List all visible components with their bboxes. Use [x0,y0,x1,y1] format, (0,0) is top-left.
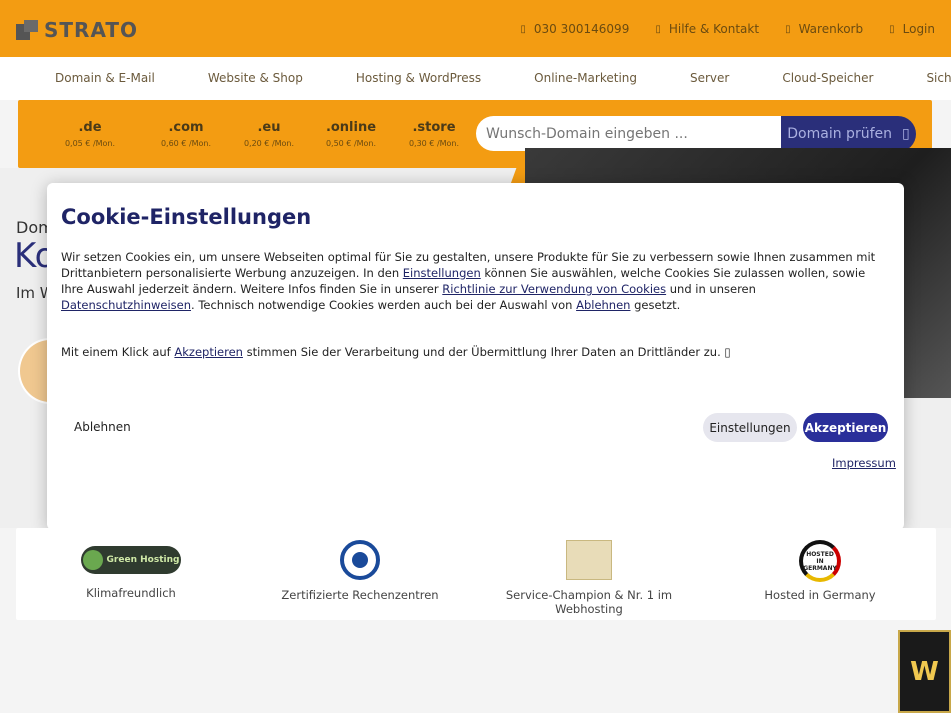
privacy-link[interactable]: Datenschutzhinweisen [61,298,191,312]
login-link[interactable]: ▯ Login [889,22,935,36]
cart-icon: ▯ [785,23,791,35]
tld-de[interactable]: .de 0,05 € /Mon. [55,120,125,148]
strato-logo-icon [16,20,38,40]
domain-search-input[interactable] [476,116,782,151]
nav-item-sicherheit[interactable]: Sicherheit [926,71,951,85]
leaf-icon [82,550,103,570]
nav-item-domain-email[interactable]: Domain & E-Mail [55,71,155,85]
user-icon: ▯ [889,23,895,35]
feature-service-champion: Service-Champion & Nr. 1 im Webhosting [479,540,699,616]
award-seal-icon [566,540,612,580]
cookie-settings-dialog: Cookie-Einstellungen Wir setzen Cookies … [47,183,904,530]
nav-item-website-shop[interactable]: Website & Shop [208,71,303,85]
cookie-description: Wir setzen Cookies ein, um unsere Websei… [61,250,876,312]
reject-button[interactable]: Ablehnen [74,420,131,434]
main-nav: Domain & E-Mail Website & Shop Hosting &… [0,57,951,100]
tld-online[interactable]: .online 0,50 € /Mon. [316,120,386,148]
settings-link[interactable]: Einstellungen [403,266,481,280]
features-strip: Green Hosting Klimafreundlich Zertifizie… [16,528,936,620]
top-links: ▯ 030 300146099 ▯ Hilfe & Kontakt ▯ Ware… [520,22,935,36]
impressum-link[interactable]: Impressum [832,456,896,470]
settings-button[interactable]: Einstellungen [703,413,797,442]
phone-link[interactable]: ▯ 030 300146099 [520,22,629,36]
green-hosting-logo: Green Hosting [81,546,181,574]
feature-certified-datacenters: Zertifizierte Rechenzentren [250,540,470,602]
cart-link[interactable]: ▯ Warenkorb [785,22,863,36]
corner-watermark-logo: W [898,630,951,713]
tld-eu[interactable]: .eu 0,20 € /Mon. [234,120,304,148]
nav-item-server[interactable]: Server [690,71,729,85]
dialog-title: Cookie-Einstellungen [61,205,312,229]
feature-green-hosting: Green Hosting Klimafreundlich [21,540,241,600]
accept-button[interactable]: Akzeptieren [803,413,888,442]
reject-link[interactable]: Ablehnen [576,298,630,312]
brand-name: STRATO [44,18,139,42]
tuv-certification-icon [340,540,380,580]
nav-item-cloud-speicher[interactable]: Cloud-Speicher [782,71,873,85]
domain-check-button[interactable]: Domain prüfen ▯ [781,116,916,152]
top-bar: STRATO ▯ 030 300146099 ▯ Hilfe & Kontakt… [0,0,951,57]
strato-logo[interactable]: STRATO [16,18,138,42]
tld-store[interactable]: .store 0,30 € /Mon. [399,120,469,148]
tld-com[interactable]: .com 0,60 € /Mon. [151,120,221,148]
nav-item-online-marketing[interactable]: Online-Marketing [534,71,637,85]
help-icon: ▯ [655,23,661,35]
accept-link[interactable]: Akzeptieren [174,345,243,359]
phone-icon: ▯ [520,23,526,35]
help-link[interactable]: ▯ Hilfe & Kontakt [655,22,759,36]
info-icon: ▯ [724,345,731,359]
hosted-in-germany-icon: HOSTED IN GERMANY [799,540,841,582]
chevron-right-icon: ▯ [902,126,910,142]
feature-hosted-in-germany: HOSTED IN GERMANY Hosted in Germany [710,540,930,602]
cookie-policy-link[interactable]: Richtlinie zur Verwendung von Cookies [442,282,666,296]
nav-item-hosting-wordpress[interactable]: Hosting & WordPress [356,71,481,85]
cookie-consent-note: Mit einem Klick auf Akzeptieren stimmen … [61,345,731,359]
